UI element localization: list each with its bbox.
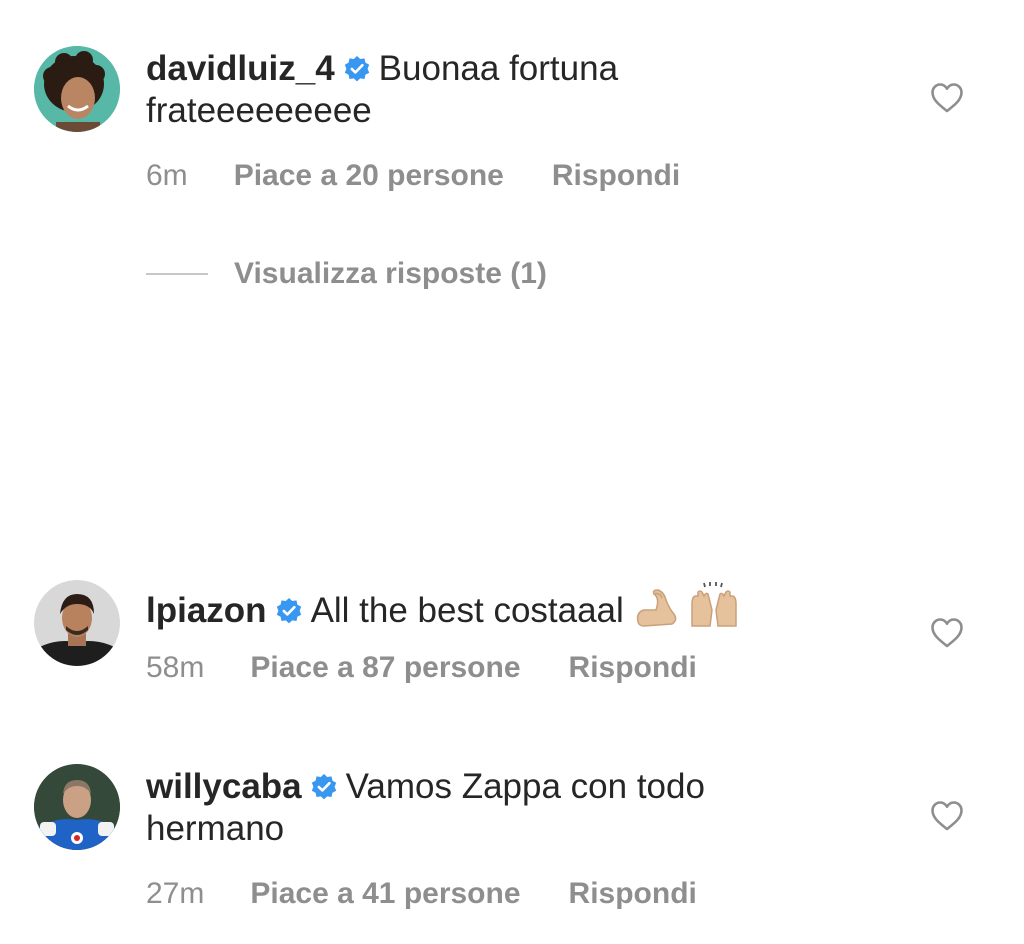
- likes-count[interactable]: Piace a 87 persone: [250, 651, 520, 684]
- username[interactable]: lpiazon: [146, 591, 267, 630]
- divider-line: [146, 273, 208, 275]
- reply-button[interactable]: Rispondi: [569, 877, 697, 910]
- comment-text: davidluiz_4 Buonaa fortuna frateeeeeeeee: [146, 48, 866, 132]
- heart-icon[interactable]: [930, 617, 964, 649]
- comment-text-line1: Buonaa fortuna: [378, 49, 619, 88]
- reply-button[interactable]: Rispondi: [569, 651, 697, 684]
- comment-text-line1: Vamos Zappa con todo: [345, 767, 705, 806]
- view-replies-label: Visualizza risposte (1): [234, 257, 547, 290]
- comment-meta: 58m Piace a 87 persone Rispondi: [146, 650, 697, 686]
- comment-meta: 27m Piace a 41 persone Rispondi: [146, 876, 697, 912]
- comment-text-line2: frateeeeeeeee: [146, 91, 372, 130]
- comment-text-line1: All the best costaaal: [310, 591, 624, 630]
- comment-text-line2: hermano: [146, 809, 285, 848]
- comment-text: lpiazon All the best costaaal: [146, 582, 866, 632]
- username[interactable]: davidluiz_4: [146, 49, 335, 88]
- verified-badge-icon: [344, 56, 369, 82]
- verified-badge-icon: [311, 774, 336, 800]
- reply-button[interactable]: Rispondi: [552, 159, 680, 192]
- avatar[interactable]: [34, 580, 120, 666]
- heart-icon[interactable]: [930, 800, 964, 832]
- verified-badge-icon: [276, 598, 301, 624]
- avatar[interactable]: [34, 46, 120, 132]
- timestamp: 58m: [146, 651, 205, 684]
- raising-hands-icon: [691, 582, 737, 627]
- flexed-biceps-icon: [636, 589, 677, 627]
- comment-meta: 6m Piace a 20 persone Rispondi: [146, 158, 680, 194]
- timestamp: 27m: [146, 877, 205, 910]
- likes-count[interactable]: Piace a 41 persone: [250, 877, 520, 910]
- view-replies-button[interactable]: Visualizza risposte (1): [146, 256, 547, 292]
- timestamp: 6m: [146, 159, 188, 192]
- username[interactable]: willycaba: [146, 767, 302, 806]
- avatar[interactable]: [34, 764, 120, 850]
- likes-count[interactable]: Piace a 20 persone: [234, 159, 504, 192]
- comment-text: willycaba Vamos Zappa con todo hermano: [146, 766, 866, 850]
- heart-icon[interactable]: [930, 82, 964, 114]
